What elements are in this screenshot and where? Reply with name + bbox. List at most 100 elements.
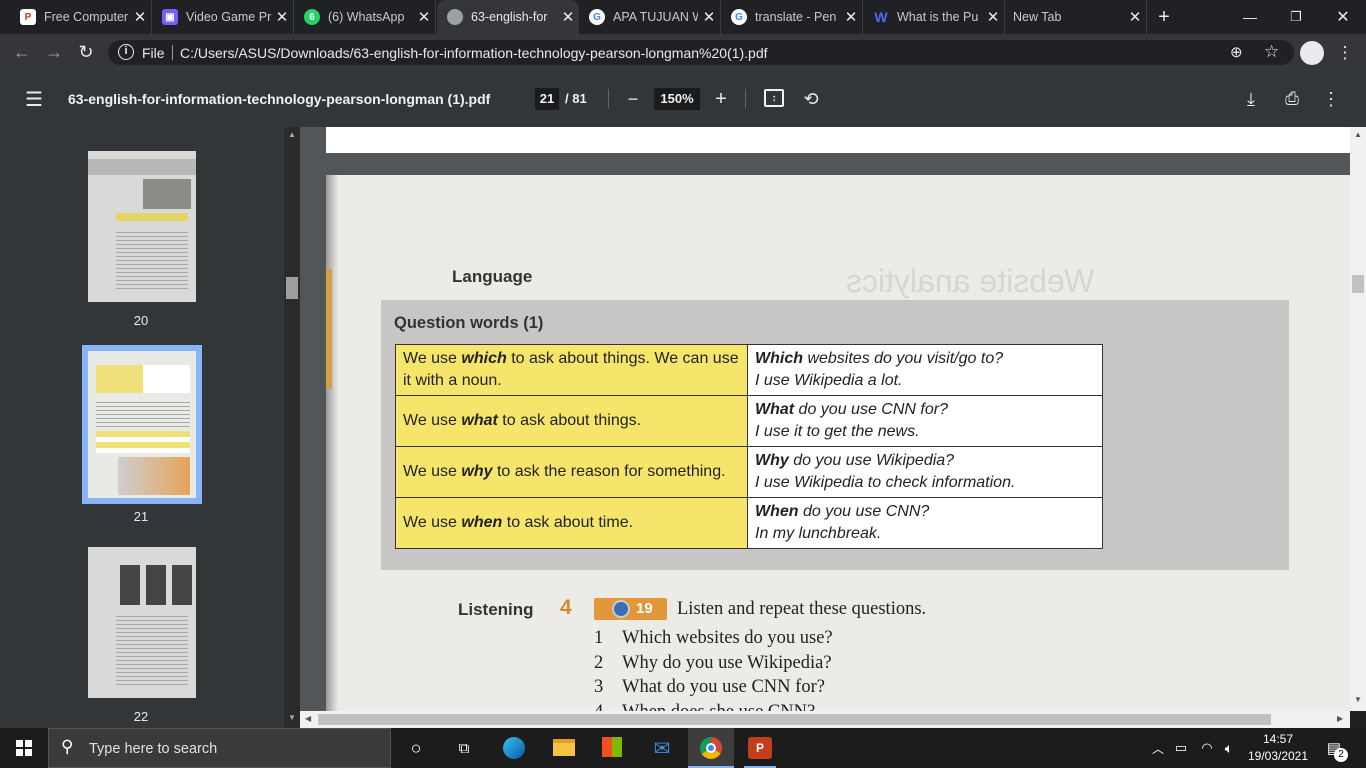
- zoom-out-icon[interactable]: −: [622, 87, 644, 111]
- tab-1[interactable]: ▣ Video Game Pr ✕: [152, 0, 294, 34]
- taskbar-search[interactable]: ⚲ Type here to search: [48, 728, 391, 768]
- rotate-icon[interactable]: ⟲: [800, 87, 822, 111]
- star-icon[interactable]: ☆: [1264, 42, 1279, 62]
- start-grid-gap: [16, 747, 32, 749]
- audio-track-badge: 19: [594, 598, 667, 620]
- more-icon[interactable]: ⋮: [1322, 87, 1340, 111]
- mail-icon[interactable]: ✉: [650, 737, 674, 760]
- close-tab-icon[interactable]: ✕: [840, 8, 862, 26]
- clock-time[interactable]: 14:57: [1248, 732, 1308, 746]
- item-number: 3: [594, 677, 604, 697]
- section-label: Language: [452, 267, 533, 286]
- volume-icon[interactable]: 🔈︎: [1220, 738, 1238, 758]
- tab-4[interactable]: G APA TUJUAN W ✕: [579, 0, 721, 34]
- tab-0[interactable]: P Free Computer ✕: [10, 0, 152, 34]
- print-icon[interactable]: ⎙: [1280, 87, 1304, 111]
- list-item: 1 Which websites do you use?: [594, 628, 994, 653]
- thumbnail-page-22[interactable]: [88, 547, 196, 698]
- store-icon[interactable]: [602, 737, 622, 757]
- edge-icon[interactable]: [503, 737, 525, 759]
- notification-count: 2: [1334, 748, 1348, 762]
- viewer-horizontal-scrollbar[interactable]: ◀ ▶: [300, 711, 1350, 728]
- zoom-icon[interactable]: ⊕: [1230, 43, 1243, 61]
- rule-cell: We use why to ask the reason for somethi…: [395, 446, 748, 498]
- google-icon: G: [589, 9, 605, 25]
- scroll-right-icon[interactable]: ▶: [1337, 714, 1343, 723]
- google-icon: G: [731, 9, 747, 25]
- chevron-up-icon[interactable]: ︿: [1150, 738, 1166, 758]
- globe-icon: [447, 9, 463, 25]
- sidebar-scrollbar[interactable]: ▲ ▼: [284, 127, 300, 728]
- close-tab-icon[interactable]: ✕: [413, 8, 435, 26]
- example-cell: Why do you use Wikipedia? I use Wikipedia…: [747, 446, 1103, 498]
- hamburger-icon[interactable]: ☰: [22, 87, 46, 111]
- battery-icon[interactable]: ▭: [1172, 738, 1190, 758]
- close-tab-icon[interactable]: ✕: [1124, 8, 1146, 26]
- table-row: We use which to ask about things. We can…: [395, 344, 1103, 396]
- close-tab-icon[interactable]: ✕: [698, 8, 720, 26]
- rule-cell: We use what to ask about things.: [395, 395, 748, 447]
- tab-7[interactable]: New Tab ✕: [1005, 0, 1147, 34]
- avatar[interactable]: [1300, 41, 1324, 65]
- chrome-taskbar-active[interactable]: [688, 728, 734, 768]
- close-tab-icon[interactable]: ✕: [129, 8, 151, 26]
- task-view-icon[interactable]: ⧉: [452, 736, 476, 760]
- tab-active[interactable]: 63-english-for ✕: [437, 0, 579, 34]
- listening-instruction: Listen and repeat these questions.: [677, 599, 927, 619]
- thumbnail-page-21-selected[interactable]: [82, 345, 202, 504]
- tab-title: Free Computer: [44, 10, 129, 24]
- tab-favicon-icon: W: [874, 9, 888, 25]
- viewer-vertical-scrollbar[interactable]: ▲ ▼: [1350, 127, 1366, 711]
- page-total: / 81: [565, 91, 587, 106]
- thumb-text: [116, 229, 188, 289]
- wifi-icon[interactable]: ◠: [1198, 738, 1216, 758]
- example-cell: Which websites do you visit/go to? I use …: [747, 344, 1103, 396]
- item-text: Why do you use Wikipedia?: [622, 652, 832, 673]
- tab-2[interactable]: 6 (6) WhatsApp ✕: [294, 0, 436, 34]
- address-bar[interactable]: i File C:/Users/ASUS/Downloads/63-englis…: [108, 40, 1294, 65]
- scroll-thumb[interactable]: [318, 714, 1271, 725]
- info-icon[interactable]: i: [118, 44, 134, 60]
- scroll-thumb[interactable]: [286, 277, 298, 299]
- listening-label: Listening: [458, 600, 534, 619]
- tab-title: (6) WhatsApp: [328, 10, 405, 24]
- scroll-up-icon[interactable]: ▲: [288, 130, 296, 139]
- scroll-thumb[interactable]: [1352, 275, 1364, 293]
- tab-5[interactable]: G translate - Pen ✕: [721, 0, 863, 34]
- scroll-up-icon[interactable]: ▲: [1354, 130, 1362, 139]
- rule-cell: We use which to ask about things. We can…: [395, 344, 748, 396]
- scroll-left-icon[interactable]: ◀: [305, 714, 311, 723]
- table-row: We use what to ask about things. What do…: [395, 395, 1103, 447]
- scroll-down-icon[interactable]: ▼: [1354, 695, 1362, 704]
- forward-icon[interactable]: →: [42, 40, 66, 64]
- close-tab-icon[interactable]: ✕: [982, 8, 1004, 26]
- reload-icon[interactable]: ↻: [74, 40, 98, 64]
- back-icon[interactable]: ←: [10, 40, 34, 64]
- fit-page-icon[interactable]: ↕: [764, 89, 784, 107]
- file-explorer-icon[interactable]: [553, 739, 575, 756]
- restore-icon[interactable]: ❐: [1284, 5, 1308, 29]
- zoom-in-icon[interactable]: +: [710, 87, 732, 111]
- clock-date[interactable]: 19/03/2021: [1244, 749, 1312, 763]
- thumbnail-page-20[interactable]: [88, 151, 196, 302]
- minimize-icon[interactable]: —: [1238, 5, 1262, 29]
- thumb-table: [96, 431, 190, 453]
- close-window-icon[interactable]: ✕: [1331, 5, 1355, 29]
- menu-icon[interactable]: ⋮: [1336, 41, 1354, 65]
- close-tab-icon[interactable]: ✕: [271, 8, 293, 26]
- rule-cell: We use when to ask about time.: [395, 497, 748, 549]
- cortana-icon[interactable]: ○: [404, 736, 428, 760]
- download-icon[interactable]: ⤓: [1240, 87, 1262, 111]
- taskbar: ⚲ Type here to search ○ ⧉ ✉ P ︿ ▭ ◠ 🔈︎ 1…: [0, 728, 1366, 768]
- tab-6[interactable]: W What is the Pu ✕: [863, 0, 1005, 34]
- divider: [608, 89, 609, 109]
- pdf-filename: 63-english-for-information-technology-pe…: [68, 91, 491, 107]
- powerpoint-icon[interactable]: P: [748, 737, 772, 759]
- zoom-level[interactable]: 150%: [654, 88, 700, 110]
- page-input[interactable]: 21: [535, 88, 559, 110]
- scroll-down-icon[interactable]: ▼: [288, 713, 296, 722]
- item-text: When does she use CNN?: [622, 702, 815, 712]
- yellow-margin-strip: [326, 269, 332, 389]
- new-tab-icon[interactable]: +: [1152, 5, 1176, 29]
- close-tab-icon[interactable]: ✕: [557, 8, 579, 26]
